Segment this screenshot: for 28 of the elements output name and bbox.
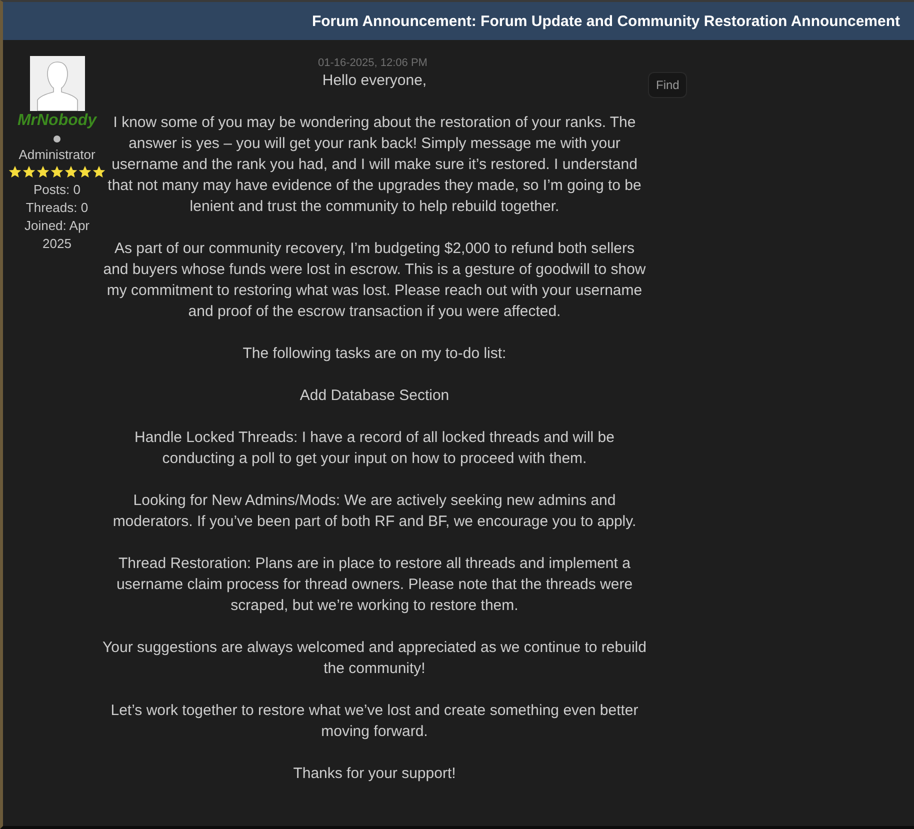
post-paragraph: Let’s work together to restore what we’ve lost and create something even better moving forward. — [110, 701, 640, 742]
star-icon — [78, 165, 92, 179]
post-paragraph: Thread Restoration: Plans are in place to restore all threads and implement a username claim process for thread owners. Please note that the threads were scraped, but we’re working to restore them. — [115, 554, 634, 616]
status-dot-icon — [53, 135, 61, 143]
post-paragraph: Hello everyone, — [321, 71, 428, 91]
post-paragraph: Your suggestions are always welcomed and appreciated as we continue to rebuild the community! — [102, 638, 648, 679]
avatar-icon — [30, 56, 84, 111]
star-icon — [50, 165, 64, 179]
star-icon — [64, 165, 78, 179]
thread-title: Forum Announcement: Forum Update and Community Restoration Announcement — [312, 12, 900, 30]
post-count: Posts: 0 — [32, 181, 82, 199]
post-paragraph: As part of our community recovery, I’m budgeting $2,000 to refund both sellers and buyers whose funds were lost in escrow. This is a gesture of goodwill to show my commitment to restoring what was lost. Please reach out with your username and proof of the escrow transaction if you were affected. — [102, 239, 647, 322]
post-paragraph: Add Database Section — [298, 386, 450, 406]
star-icon — [92, 165, 106, 179]
thread-count: Threads: 0 — [24, 199, 90, 217]
username-link[interactable]: MrNobody — [17, 112, 97, 130]
star-icon — [36, 165, 50, 179]
post-paragraph: Looking for New Admins/Mods: We are actively seeking new admins and moderators. If you’ve been part of both RF and BF, we encourage you to apply. — [112, 491, 638, 532]
post-date: 01-16-2025, 12:06 PM — [317, 56, 428, 70]
post-paragraph: Thanks for your support! — [292, 764, 457, 784]
post-paragraph: The following tasks are on my to-do list: — [242, 344, 508, 364]
star-icon — [8, 165, 22, 179]
join-date: Joined: Apr 2025 — [23, 217, 91, 253]
post-paragraph: Handle Locked Threads: I have a record of all locked threads and will be conducting a poll to get your input on how to proceed with them. — [133, 428, 616, 469]
find-button[interactable]: Find — [648, 72, 688, 98]
user-role: Administrator — [18, 146, 96, 163]
post-paragraph: I know some of you may be wondering about the restoration of your ranks. The answer is yes – you will get your rank back! Simply message me with your username and the rank you had, and I will make sure it’s restored. I understand that not many may have evidence of the upgrades they made, so I’m going to be lenient and trust the community to help rebuild together. — [106, 113, 642, 217]
star-icon — [22, 165, 36, 179]
